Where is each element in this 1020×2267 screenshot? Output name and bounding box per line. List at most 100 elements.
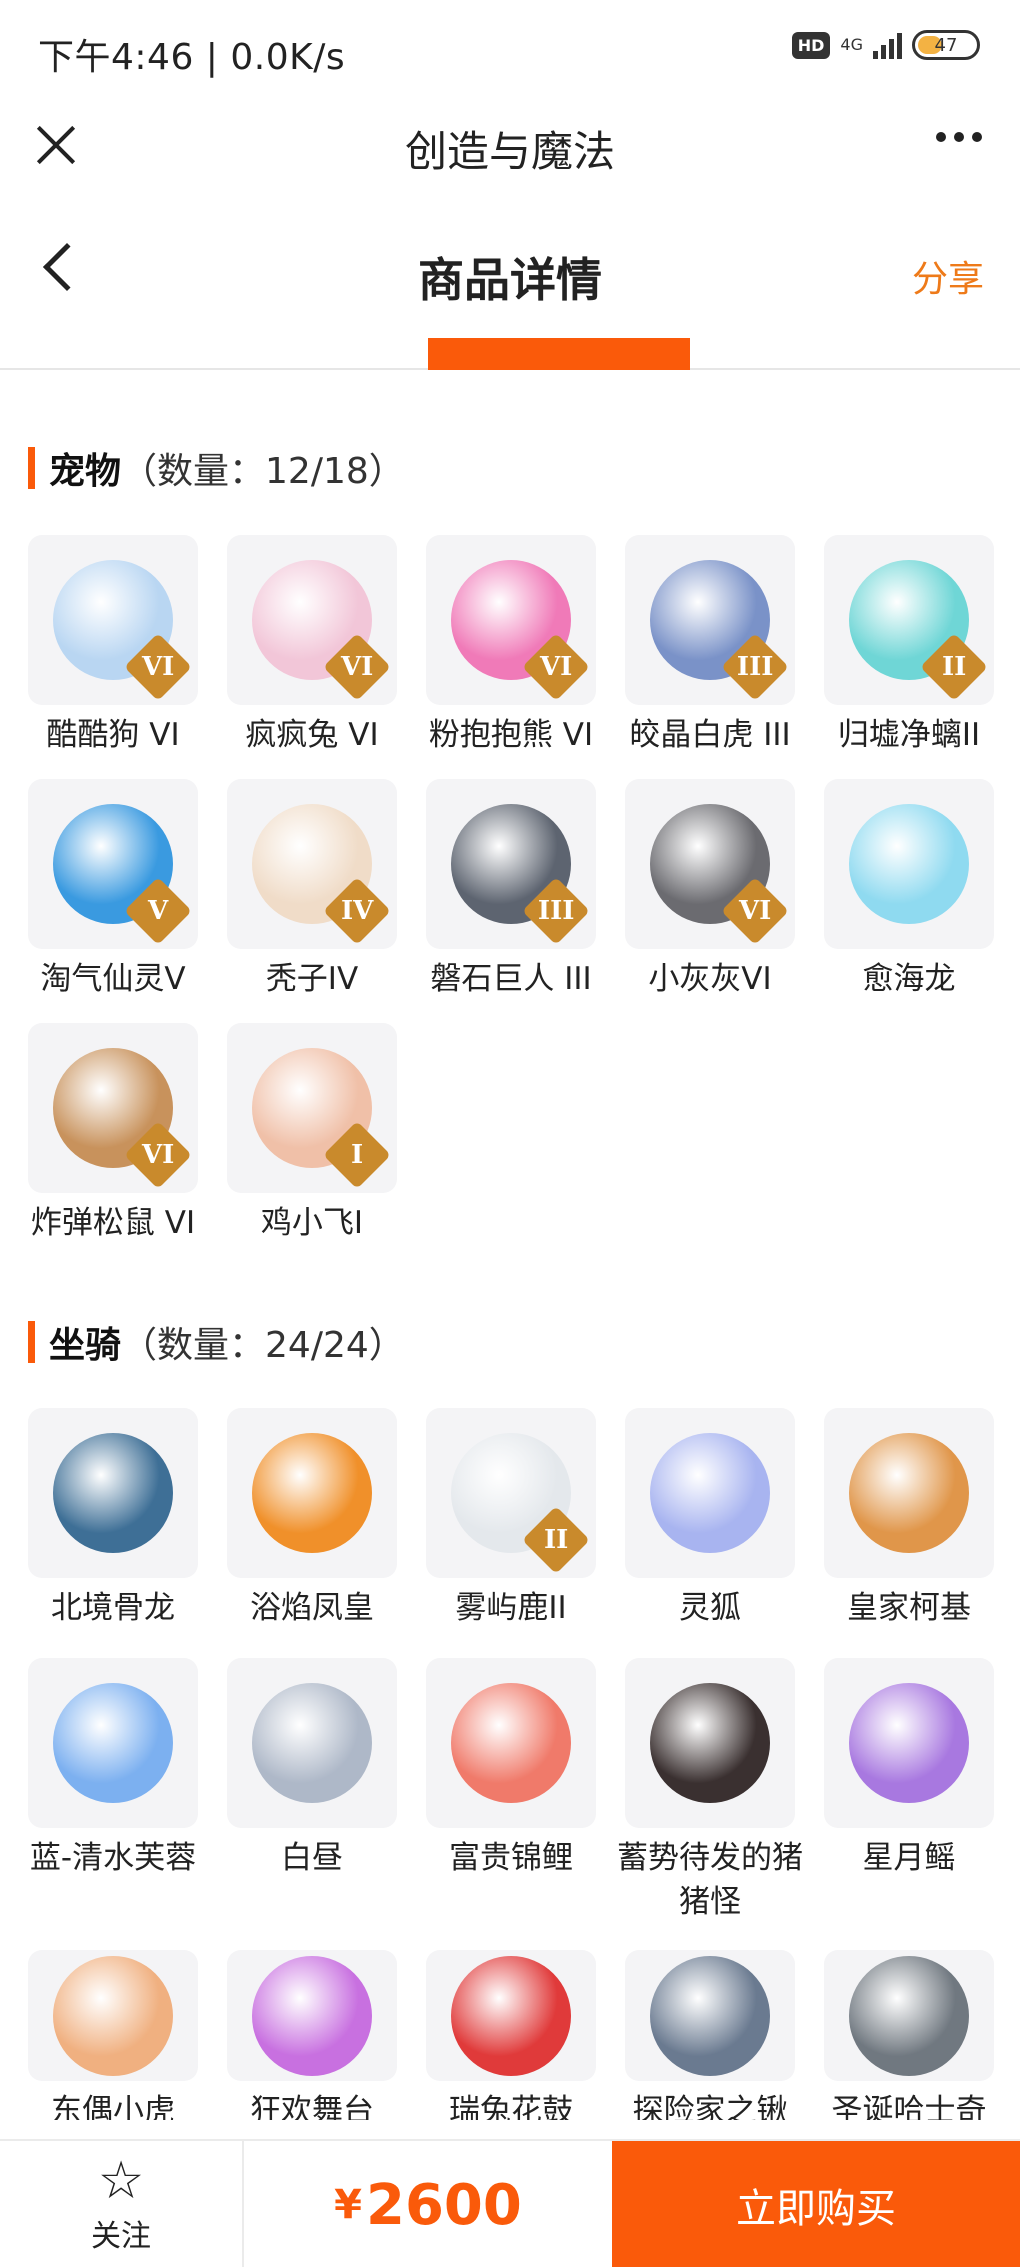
item-thumbnail: VI (426, 535, 596, 705)
item-card[interactable]: 灵狐 (625, 1408, 795, 1636)
item-label: 皎晶白虎 III (629, 717, 791, 753)
tier-label: VI (141, 652, 175, 682)
item-label: 归墟净螭II (837, 717, 981, 753)
section-name: 宠物 (49, 451, 122, 492)
price: ¥ 2600 (244, 2141, 612, 2267)
hd-icon: HD (791, 31, 831, 59)
item-thumbnail (227, 1408, 397, 1578)
item-card[interactable]: 瑞兔花鼓 (426, 1950, 596, 2120)
item-label: 酷酷狗 VI (46, 717, 180, 753)
follow-button[interactable]: ☆ 关注 (0, 2141, 244, 2267)
item-card[interactable]: 浴焰凤皇 (227, 1408, 397, 1636)
item-card[interactable]: 愈海龙 (824, 779, 994, 1007)
section-name: 坐骑 (49, 1325, 122, 1366)
tier-label: V (147, 896, 169, 926)
buy-now-button[interactable]: 立即购买 (612, 2141, 1020, 2267)
item-image (53, 1683, 173, 1803)
item-label: 富贵锦鲤 (449, 1840, 573, 1876)
item-label: 白昼 (281, 1840, 343, 1876)
app-title: 创造与魔法 (404, 127, 615, 176)
section-count: （数量：12/18） (121, 451, 405, 492)
status-time: 下午4:46 | 0.0K/s (38, 37, 346, 78)
tier-label: II (543, 1524, 569, 1555)
item-card[interactable]: VI 酷酷狗 VI (28, 535, 198, 763)
item-card[interactable]: 狂欢舞台 (227, 1950, 397, 2120)
follow-label: 关注 (91, 2219, 151, 2254)
page-header: 商品详情 分享 (0, 220, 1020, 370)
item-thumbnail (824, 1658, 994, 1828)
item-thumbnail: III (625, 535, 795, 705)
item-image (849, 1955, 969, 2076)
section-title-mounts: 坐骑 （数量：24/24） (28, 1318, 405, 1366)
item-thumbnail (426, 1950, 596, 2082)
item-card[interactable]: 皇家柯基 (824, 1408, 994, 1636)
item-thumbnail (824, 1950, 994, 2082)
item-card[interactable]: 星月鳐 (824, 1658, 994, 1928)
status-bar: 下午4:46 | 0.0K/s HD 4G 47 (0, 0, 1020, 104)
item-thumbnail: VI (28, 535, 198, 705)
tab-indicator (428, 338, 690, 370)
item-card[interactable]: 富贵锦鲤 (426, 1658, 596, 1928)
item-thumbnail (625, 1950, 795, 2082)
item-label: 蓄势待发的猪猪怪 (617, 1840, 803, 1920)
pets-grid: VI 酷酷狗 VI VI 疯疯兔 VI VI 粉抱抱熊 VI III 皎晶白虎 III II 归墟… (28, 535, 998, 1251)
item-card[interactable]: II 归墟净螭II (824, 535, 994, 763)
star-icon: ☆ (97, 2151, 145, 2211)
item-card[interactable]: 北境骨龙 (28, 1408, 198, 1636)
item-image (650, 1433, 770, 1553)
item-card[interactable]: 白昼 (227, 1658, 397, 1928)
item-label: 灵狐 (679, 1590, 741, 1626)
item-thumbnail: VI (227, 535, 397, 705)
tier-label: VI (340, 652, 374, 682)
item-thumbnail: V (28, 779, 198, 949)
item-card[interactable]: 蓝-清水芙蓉 (28, 1658, 198, 1928)
item-image (53, 1955, 173, 2076)
item-image (451, 1683, 571, 1803)
item-thumbnail: II (824, 535, 994, 705)
item-card[interactable]: VI 炸弹松鼠 VI (28, 1023, 198, 1251)
item-card[interactable]: II 雾屿鹿II (426, 1408, 596, 1636)
item-thumbnail (227, 1658, 397, 1828)
item-card[interactable]: 东偶小虎 (28, 1950, 198, 2120)
item-card[interactable]: 蓄势待发的猪猪怪 (617, 1658, 803, 1928)
item-image (650, 1683, 770, 1803)
item-thumbnail (227, 1950, 397, 2082)
item-image (252, 1683, 372, 1803)
item-thumbnail (28, 1950, 198, 2082)
item-image (53, 1433, 173, 1553)
item-image (252, 1955, 372, 2076)
share-button[interactable]: 分享 (912, 250, 984, 302)
currency-symbol: ¥ (334, 2182, 362, 2228)
item-label: 探险家之锹 (632, 2093, 788, 2120)
item-image (849, 1683, 969, 1803)
item-thumbnail (625, 1658, 795, 1828)
tier-label: IV (340, 896, 374, 926)
item-card[interactable]: VI 疯疯兔 VI (227, 535, 397, 763)
signal-icon (873, 31, 902, 59)
item-label: 炸弹松鼠 VI (30, 1205, 196, 1241)
page-title: 商品详情 (418, 253, 602, 307)
item-card[interactable]: V 淘气仙灵V (28, 779, 198, 1007)
item-thumbnail: VI (625, 779, 795, 949)
item-card[interactable]: VI 小灰灰VI (625, 779, 795, 1007)
item-thumbnail (28, 1408, 198, 1578)
item-image (650, 1955, 770, 2076)
item-card[interactable]: I 鸡小飞I (227, 1023, 397, 1251)
price-value: 2600 (365, 2172, 522, 2238)
item-card[interactable]: IV 秃子IV (227, 779, 397, 1007)
item-card[interactable]: III 皎晶白虎 III (625, 535, 795, 763)
item-card[interactable]: 圣诞哈士奇 (824, 1950, 994, 2120)
tier-label: III (537, 896, 575, 926)
item-thumbnail (824, 779, 994, 949)
battery-level: 47 (934, 34, 958, 56)
item-label: 皇家柯基 (847, 1590, 971, 1626)
item-image (849, 804, 969, 924)
item-card[interactable]: VI 粉抱抱熊 VI (426, 535, 596, 763)
item-label: 狂欢舞台 (250, 2093, 374, 2120)
more-icon[interactable] (936, 132, 982, 142)
item-label: 疯疯兔 VI (245, 717, 379, 753)
item-label: 圣诞哈士奇 (831, 2093, 987, 2120)
item-card[interactable]: III 磐石巨人 III (426, 779, 596, 1007)
item-card[interactable]: 探险家之锹 (625, 1950, 795, 2120)
item-label: 浴焰凤皇 (250, 1590, 374, 1626)
